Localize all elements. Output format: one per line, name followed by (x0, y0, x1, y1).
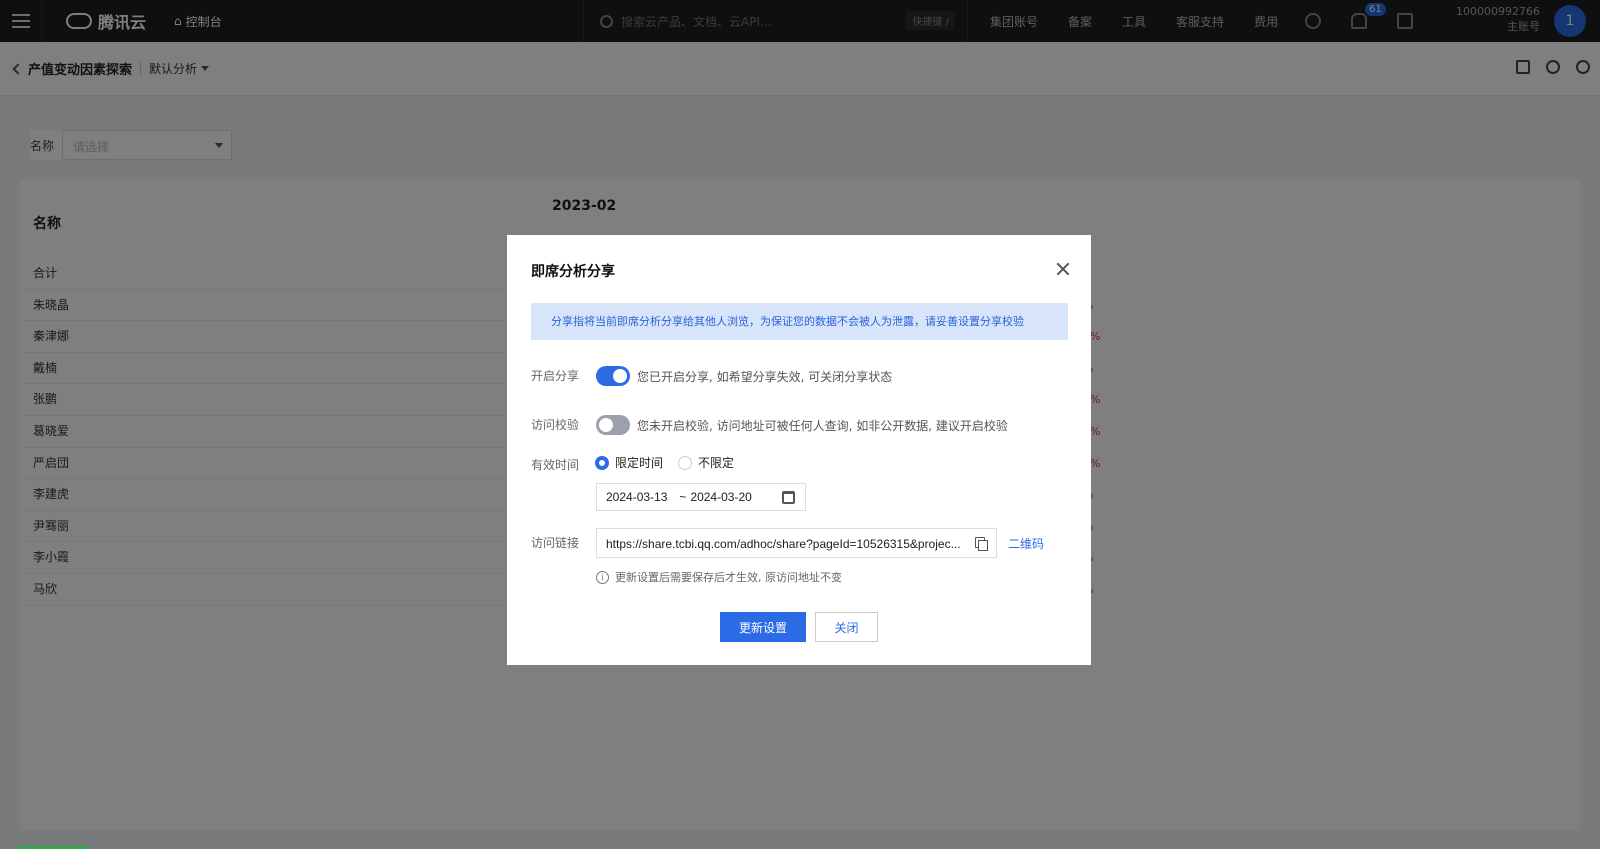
toggle-knob (599, 418, 613, 432)
validity-label: 有效时间 (531, 458, 580, 472)
end-date: 2024-03-20 (690, 490, 752, 504)
qr-code-link[interactable]: 二维码 (1008, 535, 1044, 552)
verify-label: 访问校验 (531, 418, 580, 432)
info-icon: i (596, 570, 609, 584)
calendar-icon[interactable] (782, 491, 795, 504)
radio-unlimited[interactable]: 不限定 (678, 454, 734, 471)
close-icon[interactable] (1055, 261, 1071, 277)
radio-dot (678, 455, 692, 470)
share-label: 开启分享 (531, 369, 580, 383)
copy-icon[interactable] (975, 537, 988, 551)
share-link-field[interactable]: https://share.tcbi.qq.com/adhoc/share?pa… (596, 528, 997, 558)
radio-limited-label: 限定时间 (615, 456, 664, 470)
share-description: 您已开启分享, 如希望分享失效, 可关闭分享状态 (637, 370, 893, 384)
date-separator: ~ (679, 490, 687, 504)
link-label: 访问链接 (531, 536, 580, 550)
toggle-knob (613, 369, 627, 383)
link-hint: i 更新设置后需要保存后才生效, 原访问地址不变 (596, 569, 842, 585)
share-dialog: 即席分析分享 分享指将当前即席分析分享给其他人浏览，为保证您的数据不会被人为泄露… (507, 235, 1091, 665)
update-settings-button[interactable]: 更新设置 (720, 612, 806, 642)
start-date: 2024-03-13 (606, 490, 668, 504)
date-range-picker[interactable]: 2024-03-13 ~ 2024-03-20 (596, 483, 806, 511)
hint-text: 更新设置后需要保存后才生效, 原访问地址不变 (615, 571, 842, 584)
dialog-title: 即席分析分享 (531, 264, 615, 280)
radio-unlimited-label: 不限定 (698, 456, 735, 470)
verify-description: 您未开启校验, 访问地址可被任何人查询, 如非公开数据, 建议开启校验 (637, 419, 1008, 433)
radio-dot (595, 455, 609, 470)
close-button[interactable]: 关闭 (815, 612, 878, 642)
verify-toggle[interactable] (596, 415, 630, 435)
radio-limited-time[interactable]: 限定时间 (595, 454, 663, 471)
share-toggle[interactable] (596, 366, 630, 386)
share-notice: 分享指将当前即席分析分享给其他人浏览，为保证您的数据不会被人为泄露，请妥善设置分… (531, 303, 1068, 340)
